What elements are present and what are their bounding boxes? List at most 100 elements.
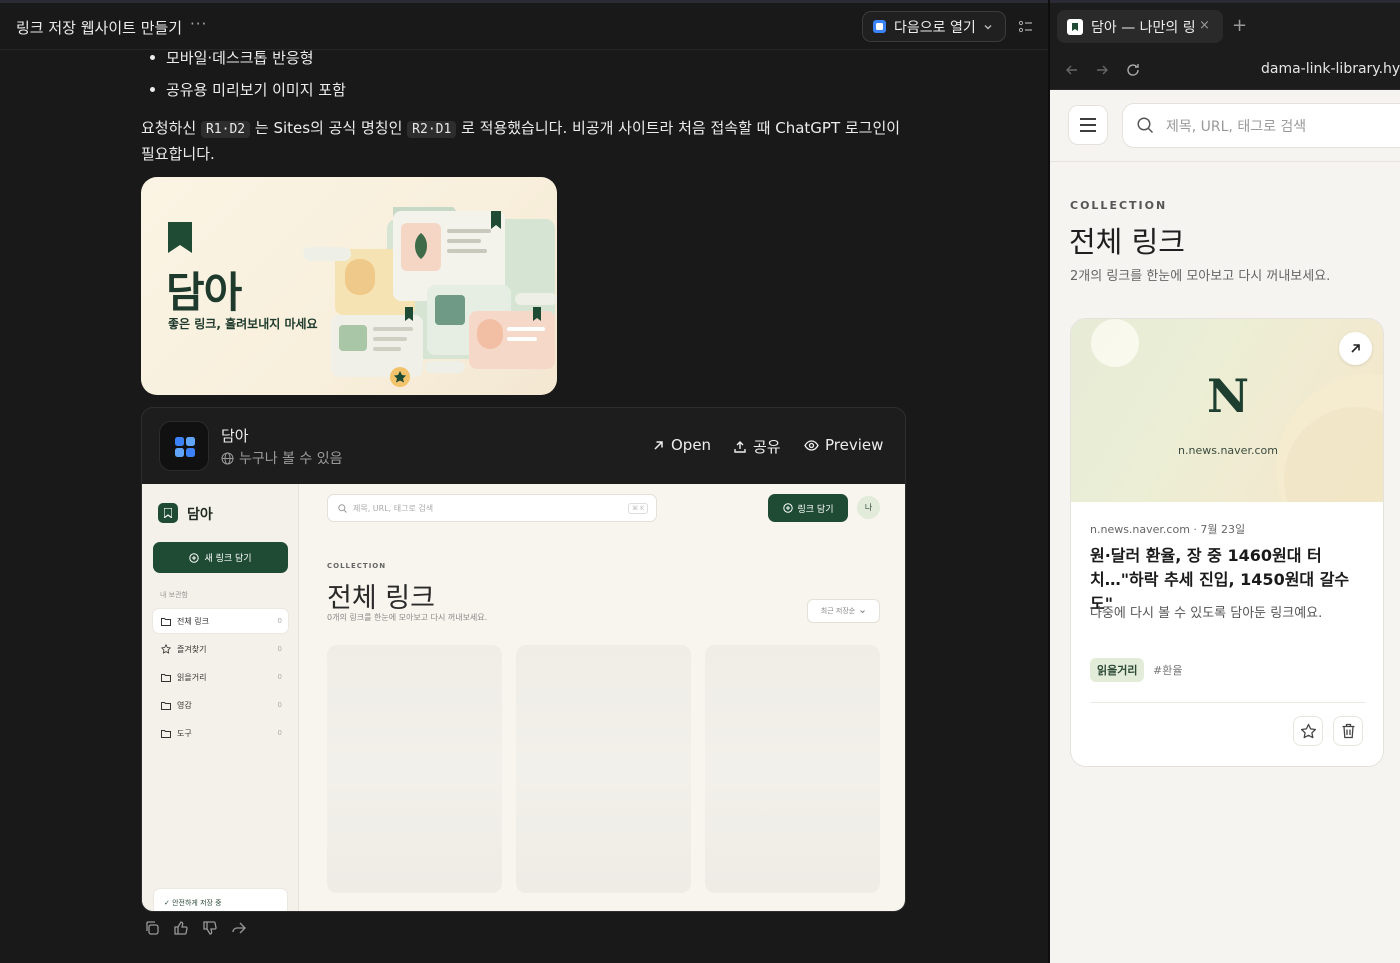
trash-icon: [1341, 723, 1356, 739]
sidebar-item-label: 전체 링크: [177, 616, 209, 626]
message-paragraph: 요청하신 R1·D2 는 Sites의 공식 명칭인 R2·D1 로 적용했습니…: [141, 116, 911, 167]
forward-icon[interactable]: [1094, 62, 1110, 78]
sidebar-item-reading[interactable]: 읽을거리 0: [153, 665, 288, 689]
reload-icon[interactable]: [1125, 62, 1141, 78]
category-tag[interactable]: 읽을거리: [1090, 658, 1145, 682]
site-preview-card: 담아 누구나 볼 수 있음 Open 공유 Preview 담아 새 링크 담기…: [141, 407, 906, 912]
sidebar-item-count: 0: [277, 673, 282, 681]
bullet-item: 공유용 미리보기 이미지 포함: [150, 79, 346, 100]
back-icon[interactable]: [1064, 62, 1080, 78]
menu-button[interactable]: [1068, 105, 1108, 145]
delete-button[interactable]: [1333, 716, 1363, 746]
bullet-text: 모바일·데스크톱 반응형: [166, 49, 314, 67]
collection-description: 0개의 링크를 한눈에 모아보고 다시 꺼내보세요.: [327, 613, 488, 622]
sidebar-item-all[interactable]: 전체 링크 0: [153, 609, 288, 633]
new-tab-icon[interactable]: +: [1232, 15, 1247, 36]
share-button[interactable]: 공유: [733, 436, 781, 457]
close-tab-icon[interactable]: ×: [1199, 18, 1210, 33]
preview-search-input[interactable]: 제목, URL, 태그로 검색 ⌘ K: [327, 494, 657, 522]
search-input[interactable]: 제목, URL, 태그로 검색: [1122, 103, 1400, 148]
search-icon: [1137, 117, 1154, 134]
link-thumbnail[interactable]: N n.news.naver.com: [1071, 319, 1383, 502]
sidebar-item-tools[interactable]: 도구 0: [153, 721, 288, 745]
favorite-button[interactable]: [1293, 716, 1323, 746]
site-card-header: 담아 누구나 볼 수 있음 Open 공유 Preview: [142, 408, 905, 484]
add-link-button[interactable]: 링크 담기: [768, 494, 848, 522]
site-visibility: 누구나 볼 수 있음: [221, 448, 343, 468]
open-link-button[interactable]: [1339, 332, 1372, 365]
site-visibility-label: 누구나 볼 수 있음: [239, 451, 343, 467]
bullet-text: 공유용 미리보기 이미지 포함: [166, 81, 346, 99]
brand-name: 담아: [187, 507, 213, 523]
chat-panel: 링크 저장 웹사이트 만들기 ··· 다음으로 열기 모바일·데스크톱 반응형 …: [0, 0, 1048, 963]
card-divider: [1090, 702, 1366, 703]
search-icon: [338, 503, 347, 513]
sidebar-item-count: 0: [277, 729, 282, 737]
sidebar-item-inspiration[interactable]: 영감 0: [153, 693, 288, 717]
copy-icon[interactable]: [144, 920, 160, 936]
open-button[interactable]: Open: [652, 436, 711, 454]
plus-circle-icon: [189, 552, 200, 563]
folder-icon: [161, 701, 171, 710]
collection-title: 전체 링크: [1069, 225, 1185, 259]
list-toggle-icon[interactable]: [1018, 19, 1034, 35]
share-preview-image[interactable]: 담아 좋은 링크, 흘려보내지 마세요: [141, 177, 557, 395]
tab-title: 담아 — 나만의 링: [1091, 19, 1196, 36]
arrow-up-right-icon: [1350, 343, 1361, 354]
bookmark-icon: [168, 222, 192, 253]
hero-title: 담아: [166, 268, 242, 317]
folder-icon: [161, 673, 171, 682]
sidebar-item-favorites[interactable]: 즐겨찾기 0: [153, 637, 288, 661]
app-logo-icon: [872, 19, 887, 34]
sidebar-item-label: 영감: [177, 700, 192, 710]
open-with-button[interactable]: 다음으로 열기: [862, 11, 1006, 42]
site-app-icon: [159, 421, 209, 471]
share-icon: [733, 440, 747, 454]
header-divider: [1050, 161, 1400, 162]
more-options-button[interactable]: ···: [190, 15, 207, 33]
thumbnail-domain: n.news.naver.com: [1178, 444, 1278, 457]
sort-label: 최근 저장순: [820, 607, 856, 615]
sidebar-item-label: 즐겨찾기: [177, 644, 207, 654]
site-name: 담아: [221, 427, 249, 445]
folder-icon: [161, 617, 171, 626]
preview-button[interactable]: Preview: [804, 436, 883, 454]
search-placeholder: 제목, URL, 태그로 검색: [1166, 118, 1307, 135]
paragraph-text: 요청하신: [141, 119, 201, 137]
share-arrow-icon[interactable]: [231, 920, 247, 936]
inline-code: R1·D2: [200, 121, 251, 138]
address-bar[interactable]: dama-link-library.hye: [1261, 61, 1400, 77]
inline-code: R2·D1: [407, 121, 457, 138]
site-favicon-icon: [1067, 18, 1083, 35]
chat-title[interactable]: 링크 저장 웹사이트 만들기: [16, 17, 182, 38]
collection-label: COLLECTION: [327, 562, 387, 570]
collection-description: 2개의 링크를 한눈에 모아보고 다시 꺼내보세요.: [1070, 269, 1331, 284]
preview-sidebar: 담아 새 링크 담기 내 보관함 전체 링크 0 즐겨찾기 0 읽을거리 0 영…: [142, 484, 299, 911]
skeleton-card: [327, 645, 502, 893]
thumbs-down-icon[interactable]: [202, 920, 218, 936]
folder-icon: [161, 729, 171, 738]
avatar[interactable]: 나: [857, 496, 880, 519]
thumbs-up-icon[interactable]: [173, 920, 189, 936]
hashtag[interactable]: #환율: [1153, 662, 1182, 678]
chat-topbar: 링크 저장 웹사이트 만들기 ··· 다음으로 열기: [0, 0, 1048, 50]
eye-icon: [804, 439, 819, 452]
browser-tab-bar: 담아 — 나만의 링 × +: [1050, 0, 1400, 50]
new-link-button[interactable]: 새 링크 담기: [153, 542, 288, 573]
browser-navbar: dama-link-library.hye: [1050, 50, 1400, 90]
add-link-label: 링크 담기: [797, 504, 834, 515]
hamburger-icon: [1079, 118, 1097, 132]
hero-subtitle: 좋은 링크, 흘려보내지 마세요: [168, 317, 318, 331]
skeleton-card: [705, 645, 880, 893]
collection-title: 전체 링크: [327, 583, 435, 614]
link-meta: n.news.naver.com · 7월 23일: [1090, 523, 1246, 536]
link-card[interactable]: N n.news.naver.com n.news.naver.com · 7월…: [1070, 318, 1384, 767]
preview-label: Preview: [825, 436, 884, 454]
skeleton-card: [516, 645, 691, 893]
sort-dropdown[interactable]: 최근 저장순: [807, 599, 880, 623]
site-screenshot[interactable]: 담아 새 링크 담기 내 보관함 전체 링크 0 즐겨찾기 0 읽을거리 0 영…: [142, 484, 905, 911]
open-label: Open: [671, 436, 712, 454]
link-description: 나중에 다시 볼 수 있도록 담아둔 링크예요.: [1090, 606, 1323, 621]
sidebar-item-label: 읽을거리: [177, 672, 207, 682]
sidebar-item-label: 도구: [177, 728, 192, 738]
